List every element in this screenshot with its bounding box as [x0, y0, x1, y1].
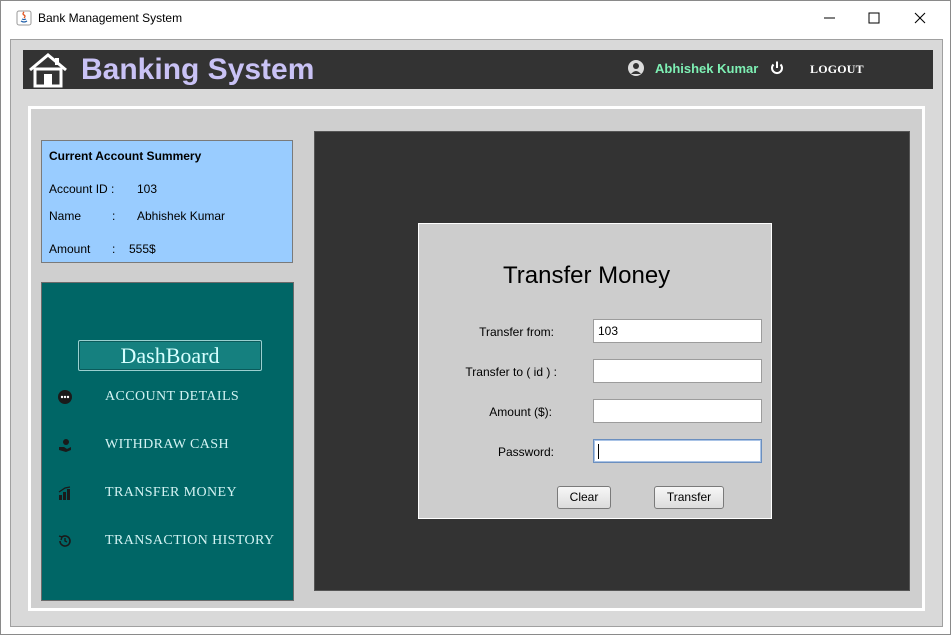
- name-value: Abhishek Kumar: [137, 209, 226, 223]
- sidebar-item-label: WITHDRAW CASH: [105, 437, 229, 452]
- amount-field[interactable]: [593, 399, 762, 423]
- account-summary-panel: Current Account Summery Account ID : 103…: [41, 140, 293, 263]
- maximize-icon: [868, 12, 880, 24]
- main-frame: Banking System Abhishek Kumar LOGOUT Cur…: [10, 39, 943, 627]
- logout-button[interactable]: LOGOUT: [810, 62, 864, 77]
- form-title: Transfer Money: [503, 262, 671, 289]
- sidebar-item-withdraw-cash[interactable]: WITHDRAW CASH: [42, 430, 293, 460]
- sidebar: DashBoard ACCOUNT DETAILS WITHDRAW CASH: [41, 282, 294, 601]
- password-label: Password:: [497, 445, 554, 459]
- minimize-icon: [824, 17, 835, 19]
- summary-title: Current Account Summery: [49, 149, 202, 163]
- power-icon[interactable]: [769, 60, 785, 76]
- sidebar-item-label: TRANSACTION HISTORY: [105, 533, 275, 548]
- name-label: Name: [49, 209, 82, 223]
- account-id-value: 103: [137, 182, 158, 196]
- sidebar-item-label: ACCOUNT DETAILS: [105, 389, 240, 404]
- name-colon: :: [112, 209, 116, 223]
- transfer-to-label: Transfer to ( id ) :: [465, 365, 557, 379]
- transfer-money-form: Transfer Money Transfer from: 103 Transf…: [418, 223, 772, 519]
- app-window: Bank Management System Banking System Ab…: [0, 0, 951, 635]
- transfer-button[interactable]: Transfer: [654, 486, 724, 509]
- java-app-icon: [16, 10, 32, 26]
- amount-colon: :: [112, 242, 116, 256]
- transfer-to-field[interactable]: [593, 359, 762, 383]
- app-title: Banking System: [81, 53, 315, 86]
- window-titlebar[interactable]: Bank Management System: [1, 1, 950, 35]
- amount-label: Amount ($):: [489, 405, 552, 419]
- user-icon: [628, 60, 644, 76]
- amount-value: 555$: [129, 242, 156, 256]
- minimize-button[interactable]: [807, 1, 853, 35]
- window-title: Bank Management System: [38, 11, 183, 25]
- main-panel: Transfer Money Transfer from: 103 Transf…: [314, 131, 910, 591]
- sidebar-item-account-details[interactable]: ACCOUNT DETAILS: [42, 382, 293, 412]
- close-button[interactable]: [897, 1, 943, 35]
- bar-chart-icon: [58, 486, 71, 500]
- cash-hand-icon: [59, 439, 71, 452]
- dashboard-button[interactable]: DashBoard: [78, 340, 262, 371]
- clear-button[interactable]: Clear: [557, 486, 611, 509]
- history-icon: [58, 535, 71, 547]
- app-header: Banking System Abhishek Kumar LOGOUT: [23, 50, 933, 89]
- maximize-button[interactable]: [851, 1, 897, 35]
- more-dots-icon: [58, 390, 72, 404]
- content-area: Current Account Summery Account ID : 103…: [28, 106, 925, 611]
- sidebar-item-label: TRANSFER MONEY: [105, 485, 238, 500]
- sidebar-item-transaction-history[interactable]: TRANSACTION HISTORY: [42, 526, 293, 556]
- amount-label: Amount: [49, 242, 91, 256]
- sidebar-item-transfer-money[interactable]: TRANSFER MONEY: [42, 478, 293, 508]
- account-id-label: Account ID :: [49, 182, 115, 196]
- transfer-from-label: Transfer from:: [479, 325, 554, 339]
- close-icon: [914, 12, 926, 24]
- text-caret: [598, 444, 599, 459]
- password-field[interactable]: [593, 439, 762, 463]
- transfer-from-field[interactable]: 103: [593, 319, 762, 343]
- user-name: Abhishek Kumar: [655, 61, 759, 76]
- bank-house-icon: [29, 53, 67, 88]
